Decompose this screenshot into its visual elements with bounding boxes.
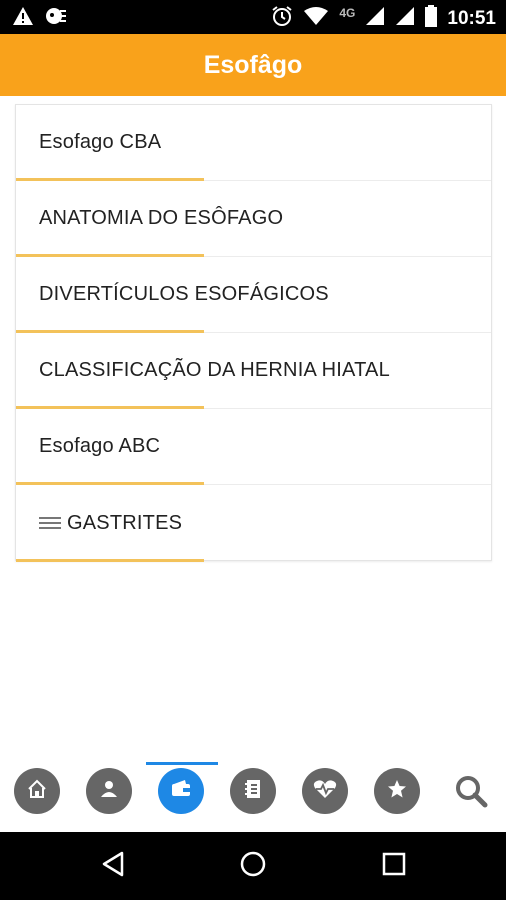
heartbeat-icon bbox=[312, 778, 338, 805]
recents-icon bbox=[381, 851, 407, 882]
search-icon bbox=[453, 773, 489, 814]
clock: 10:51 bbox=[447, 7, 496, 29]
list-item-label: ANATOMIA DO ESÔFAGO bbox=[39, 207, 284, 229]
home-circle-icon bbox=[239, 850, 267, 883]
notification-icon bbox=[44, 6, 68, 31]
alarm-icon bbox=[271, 5, 293, 32]
accent-line bbox=[16, 559, 204, 562]
nav-search-button[interactable] bbox=[448, 770, 494, 816]
page-title: Esofâgo bbox=[203, 50, 303, 79]
list-item[interactable]: Esofago ABC bbox=[16, 409, 491, 485]
list-item-label: Esofago CBA bbox=[39, 131, 162, 153]
list-item[interactable]: GASTRITES bbox=[16, 485, 491, 562]
nav-home-button[interactable] bbox=[14, 768, 60, 814]
back-icon bbox=[100, 850, 126, 883]
nav-health-button[interactable] bbox=[302, 768, 348, 814]
wallet-icon bbox=[170, 778, 192, 805]
network-type: 4G bbox=[339, 5, 356, 20]
system-recents-button[interactable] bbox=[376, 848, 412, 884]
signal-icon-2 bbox=[395, 6, 415, 31]
list-item-label: DIVERTÍCULOS ESOFÁGICOS bbox=[39, 283, 329, 305]
list-item-label: CLASSIFICAÇÃO DA HERNIA HIATAL bbox=[39, 359, 390, 381]
nav-notes-button[interactable] bbox=[230, 768, 276, 814]
system-nav-bar bbox=[0, 832, 506, 900]
app-bar: Esofâgo bbox=[0, 34, 506, 96]
list-item[interactable]: DIVERTÍCULOS ESOFÁGICOS bbox=[16, 257, 491, 333]
list-item[interactable]: ANATOMIA DO ESÔFAGO bbox=[16, 181, 491, 257]
list-item-label: GASTRITES bbox=[67, 511, 183, 534]
star-icon bbox=[386, 778, 408, 805]
person-icon bbox=[98, 778, 120, 805]
topic-list: Esofago CBA ANATOMIA DO ESÔFAGO DIVERTÍC… bbox=[15, 104, 492, 562]
nav-wallet-button[interactable] bbox=[158, 768, 204, 814]
signal-icon bbox=[365, 6, 385, 31]
list-item[interactable]: CLASSIFICAÇÃO DA HERNIA HIATAL bbox=[16, 333, 491, 409]
list-item-label: Esofago ABC bbox=[39, 435, 161, 457]
warning-icon bbox=[12, 6, 34, 31]
battery-icon bbox=[425, 5, 438, 32]
status-right: 4G 10:51 bbox=[271, 5, 496, 32]
status-bar: 4G 10:51 bbox=[0, 0, 506, 34]
system-back-button[interactable] bbox=[95, 848, 131, 884]
system-home-button[interactable] bbox=[235, 848, 271, 884]
notebook-icon bbox=[242, 778, 264, 805]
nav-favorites-button[interactable] bbox=[374, 768, 420, 814]
bottom-nav bbox=[0, 760, 506, 832]
active-tab-indicator bbox=[146, 762, 218, 765]
menu-lines-icon bbox=[39, 514, 61, 532]
wifi-icon bbox=[303, 6, 329, 31]
list-item[interactable]: Esofago CBA bbox=[16, 105, 491, 181]
status-left bbox=[12, 6, 68, 31]
home-icon bbox=[26, 778, 48, 805]
nav-profile-button[interactable] bbox=[86, 768, 132, 814]
